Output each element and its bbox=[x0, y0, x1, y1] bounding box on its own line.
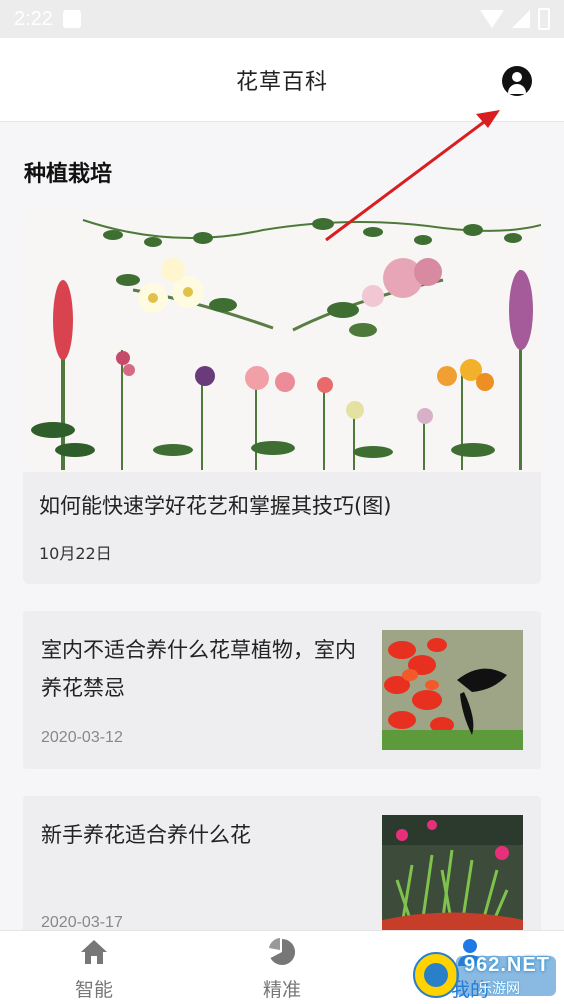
status-left: 2:22 bbox=[14, 8, 81, 31]
avatar-head bbox=[512, 72, 522, 82]
page-title: 花草百科 bbox=[235, 69, 328, 95]
wifi-icon bbox=[480, 10, 504, 28]
app-header: 花草百科 bbox=[0, 38, 564, 122]
avatar-body bbox=[508, 84, 526, 94]
list-item-date: 2020-03-12 bbox=[41, 729, 123, 746]
section-title: 种植栽培 bbox=[24, 162, 113, 187]
pie-chart-icon bbox=[269, 938, 296, 965]
flower-arrangement-illustration bbox=[23, 210, 541, 472]
status-right bbox=[480, 8, 550, 30]
notification-icon bbox=[62, 10, 81, 28]
red-flowers-butterfly-photo bbox=[382, 630, 523, 750]
nav-label: 精准 bbox=[262, 979, 301, 1001]
feature-title: 如何能快速学好花艺和掌握其技巧(图) bbox=[39, 494, 392, 518]
watermark-logo: 962.NET 乐游网 bbox=[412, 950, 560, 1000]
signal-icon bbox=[512, 10, 530, 28]
watermark-subtext: 乐游网 bbox=[478, 981, 520, 997]
list-item-thumbnail bbox=[382, 630, 523, 750]
user-avatar-icon[interactable] bbox=[502, 66, 532, 96]
battery-icon bbox=[538, 8, 550, 30]
feature-article-card[interactable]: 如何能快速学好花艺和掌握其技巧(图) 10月22日 bbox=[23, 210, 541, 584]
nav-tab-smart[interactable]: 智能 bbox=[0, 931, 188, 1004]
home-icon bbox=[81, 940, 107, 964]
status-time: 2:22 bbox=[14, 7, 53, 30]
list-item-title: 新手养花适合养什么花 bbox=[41, 823, 251, 847]
watermark-text: 962.NET bbox=[464, 954, 550, 976]
feature-date: 10月22日 bbox=[39, 544, 112, 563]
nav-tab-precise[interactable]: 精准 bbox=[188, 931, 376, 1004]
nav-label: 智能 bbox=[74, 979, 113, 1001]
status-bar: 2:22 bbox=[0, 0, 564, 38]
feature-image bbox=[23, 210, 541, 472]
potted-succulent-photo bbox=[382, 815, 523, 935]
list-item[interactable]: 室内不适合养什么花草植物，室内养花禁忌 2020-03-12 bbox=[23, 611, 541, 769]
list-item-thumbnail bbox=[382, 815, 523, 935]
list-item-title: 室内不适合养什么花草植物，室内养花禁忌 bbox=[41, 638, 356, 700]
